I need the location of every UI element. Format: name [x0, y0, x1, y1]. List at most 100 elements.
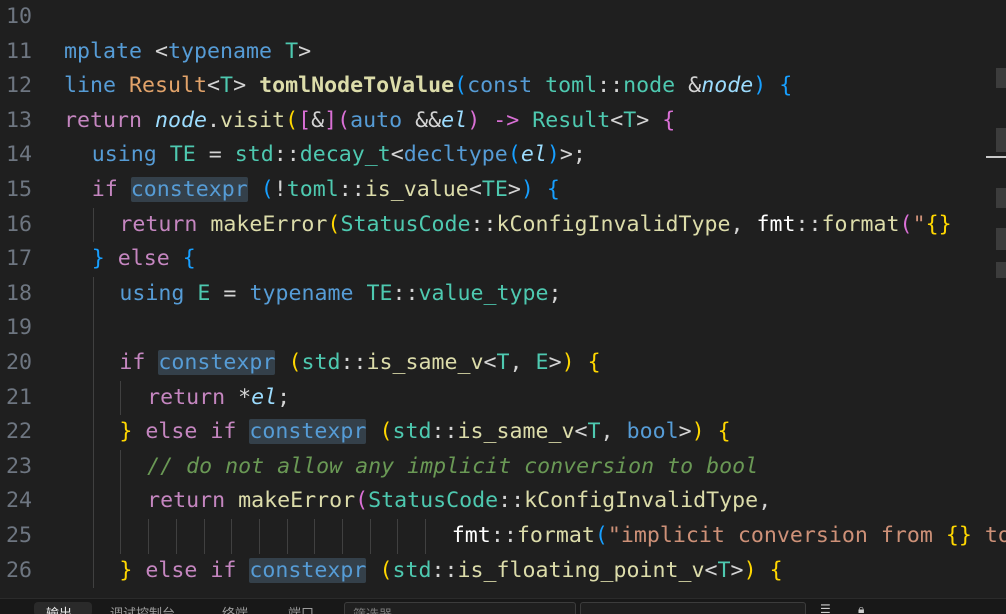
code-token: ( [594, 523, 608, 548]
indent-guide [92, 449, 94, 485]
code-token: , [600, 419, 627, 445]
code-token: ! [273, 177, 287, 202]
indent-guide [120, 380, 122, 416]
code-token: visit [220, 107, 286, 133]
code-token: :: [490, 523, 517, 548]
code-token: { [533, 177, 560, 202]
line-number: 18 [5, 280, 32, 306]
code-line[interactable]: 10 [0, 0, 1006, 35]
indent-guide [203, 519, 205, 554]
code-line[interactable]: 25 fmt::format("implicit conversion from … [0, 519, 1006, 554]
panel-tab-terminal[interactable]: 终端 [222, 603, 248, 614]
code-text: if constexpr (std::is_same_v<T, E>) { [119, 346, 601, 381]
code-token: T [717, 557, 731, 583]
code-token: & [311, 107, 325, 133]
code-token: > [548, 350, 562, 375]
code-token: :: [338, 177, 365, 202]
code-token: ) [546, 142, 560, 168]
code-token: fmt [756, 211, 796, 237]
code-line[interactable]: 13 return node.visit([&](auto &&el) -> Re… [0, 104, 1006, 139]
code-token: el [441, 107, 468, 133]
code-token: {} [945, 523, 972, 548]
code-token: using [119, 280, 198, 306]
code-token: :: [597, 73, 624, 99]
bottom-panel: 输出 调试控制台 终端 端口 筛选器 ☰ 🔒︎ [0, 598, 1006, 614]
line-number: 12 [5, 73, 32, 99]
indent-guide [342, 519, 343, 554]
line-number: 10 [5, 4, 32, 29]
code-token: return [147, 384, 239, 410]
code-line[interactable]: 24 return makeError(StatusCode::kConfigIn… [0, 484, 1006, 519]
code-editor[interactable]: 10 11 mplate <typename T> 12 line Result<T> … [0, 0, 1006, 598]
code-token: { [766, 73, 793, 99]
code-token: & [688, 73, 702, 99]
code-token: if [91, 177, 131, 202]
code-token: toml [545, 73, 598, 99]
code-line[interactable]: 21 return *el; [0, 380, 1006, 416]
code-line[interactable]: 15 if constexpr (!toml::is_value<TE>) { [0, 173, 1006, 208]
indent-guide [120, 519, 122, 554]
code-token: format [516, 523, 595, 548]
code-token: > [507, 177, 521, 202]
code-token: = [210, 280, 250, 306]
lock-icon[interactable]: 🔒︎ [858, 602, 864, 614]
code-line[interactable]: 23 // do not allow any implicit conversio… [0, 449, 1006, 485]
code-token: mplate [64, 38, 156, 64]
code-token: constexpr [130, 177, 248, 202]
indent-guide [286, 519, 288, 554]
code-token: :: [431, 557, 458, 583]
panel-tab-output[interactable]: 输出 [46, 603, 72, 614]
code-token: ) [561, 350, 575, 375]
panel-tab-debug-console[interactable]: 调试控制台 [110, 603, 175, 614]
list-icon[interactable]: ☰ [820, 602, 831, 614]
code-token: :: [273, 142, 300, 168]
scrollbar-marker [996, 68, 1006, 88]
code-line[interactable]: 22} else if constexpr (std::is_same_v<T,… [0, 415, 1006, 450]
code-token: T [623, 107, 637, 133]
code-line[interactable]: 16 return makeError(StatusCode::kConfigIn… [0, 207, 1006, 243]
code-token: Result [532, 107, 611, 133]
code-token: = [195, 142, 235, 168]
code-token: return [119, 211, 211, 237]
line-number: 23 [5, 453, 32, 479]
code-token: } [119, 557, 133, 583]
code-token: makeError [238, 488, 356, 514]
code-token: el [251, 384, 278, 410]
code-line[interactable]: 19 [0, 311, 1006, 346]
code-token: kConfigInvalidType [496, 211, 731, 237]
code-token: } [91, 246, 105, 272]
panel-tab-ports[interactable]: 端口 [288, 603, 314, 614]
code-line[interactable]: 26} else if constexpr (std::is_floating_… [0, 553, 1006, 589]
code-token: is_same_v [457, 419, 575, 445]
code-token: constexpr [249, 419, 367, 445]
code-token: Result [129, 73, 208, 99]
code-token: T [496, 350, 510, 375]
output-channel-select[interactable] [580, 602, 806, 614]
line-number: 13 [5, 107, 32, 133]
code-token: { [756, 557, 783, 583]
indent-guide [148, 519, 150, 554]
code-token: decay_t [299, 142, 391, 168]
code-line[interactable]: 14 using TE = std::decay_t<decltype(el)>; [0, 138, 1006, 173]
code-line[interactable]: 20 if constexpr (std::is_same_v<T, E>) { [0, 346, 1006, 381]
code-token: > [678, 419, 692, 445]
indent-guide [92, 311, 94, 346]
indent-guide [425, 519, 427, 554]
code-token: else [104, 246, 183, 272]
code-line[interactable]: 18 using E = typename TE::value_type; [0, 276, 1006, 312]
filter-input[interactable]: 筛选器 [344, 602, 576, 614]
code-line[interactable]: 11 mplate <typename T> [0, 35, 1006, 70]
code-token: node [701, 73, 754, 99]
code-text: return makeError(StatusCode::kConfigInva… [119, 208, 951, 243]
code-line[interactable]: 12 line Result<T> tomlNodeToValue(const t… [0, 69, 1006, 104]
code-token: E [535, 350, 549, 375]
scrollbar-marker [996, 128, 1006, 152]
code-token: ) [753, 73, 767, 99]
indent-guide [120, 484, 122, 519]
code-line[interactable]: 17} else { [0, 242, 1006, 277]
code-token: < [155, 38, 169, 64]
code-token: // do not allow any implicit conversion … [147, 453, 759, 479]
code-token: value_type [418, 280, 549, 306]
